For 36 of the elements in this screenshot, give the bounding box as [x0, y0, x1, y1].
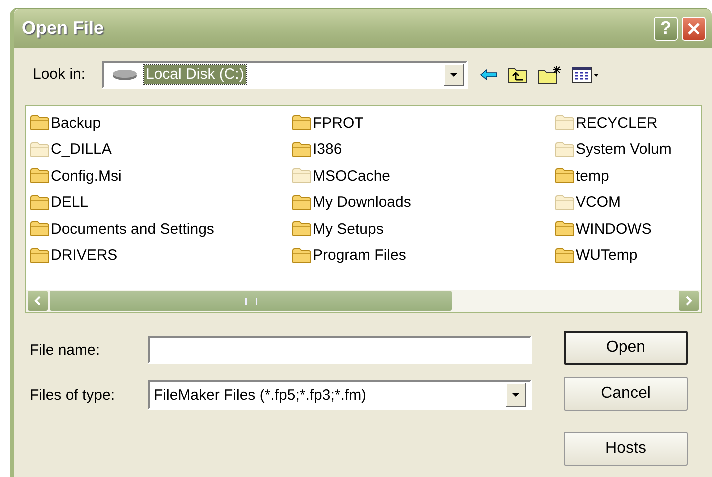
file-type-dropdown[interactable]: FileMaker Files (*.fp5;*.fp3;*.fm): [148, 380, 532, 410]
close-icon: [688, 22, 700, 34]
back-arrow-icon[interactable]: [480, 68, 498, 80]
folder-name[interactable]: VCOM: [576, 194, 621, 212]
file-name-field[interactable]: [148, 336, 532, 364]
file-type-label: Files of type:: [29, 386, 116, 404]
folder-name[interactable]: MSOCache: [313, 168, 391, 185]
folder-name[interactable]: DELL: [51, 194, 89, 212]
folder-name[interactable]: temp: [576, 168, 610, 185]
folder-name[interactable]: Backup: [51, 114, 102, 132]
dialog-button[interactable]: Cancel: [564, 377, 688, 411]
views-menu-icon[interactable]: [572, 66, 600, 82]
folder-name[interactable]: Config.Msi: [51, 168, 122, 185]
folder-name[interactable]: My Setups: [313, 220, 384, 238]
dialog-button[interactable]: Open: [564, 331, 688, 365]
folder-name[interactable]: My Downloads: [313, 194, 412, 212]
folder-name[interactable]: C_DILLA: [51, 141, 112, 158]
new-folder-icon[interactable]: [538, 64, 562, 84]
file-name-label: File name:: [29, 342, 102, 358]
folder-up-icon[interactable]: [508, 66, 528, 84]
window-title: Open File: [22, 18, 106, 39]
close-button[interactable]: [682, 16, 706, 40]
folder-name[interactable]: Documents and Settings: [51, 220, 214, 238]
folder-name[interactable]: Program Files: [313, 247, 406, 264]
folder-name[interactable]: I386: [313, 141, 342, 158]
look-in-dropdown[interactable]: Local Disk (C:): [102, 60, 468, 88]
dialog-button[interactable]: Hosts: [564, 432, 688, 466]
folder-name[interactable]: System Volum: [576, 141, 672, 158]
folder-name[interactable]: DRIVERS: [51, 247, 118, 264]
folder-name[interactable]: RECYCLER: [576, 114, 658, 132]
look-in-label: Look in:: [32, 66, 87, 83]
folder-name[interactable]: WUTemp: [576, 247, 638, 264]
drive-icon: [112, 68, 138, 80]
folder-name[interactable]: WINDOWS: [576, 220, 652, 238]
folder-name[interactable]: FPROT: [313, 114, 364, 132]
file-type-value: FileMaker Files (*.fp5;*.fp3;*.fm): [154, 386, 367, 404]
